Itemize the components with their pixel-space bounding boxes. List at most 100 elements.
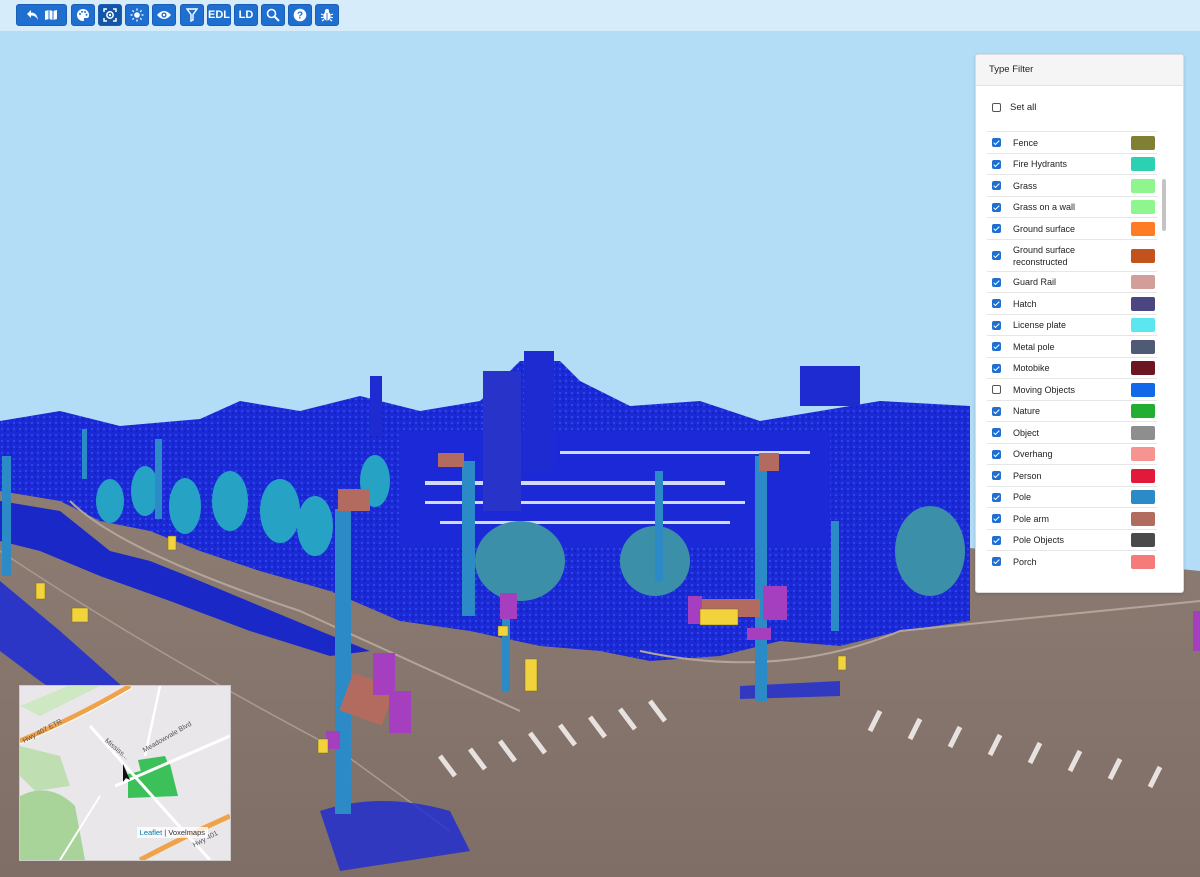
type-label: License plate <box>1013 320 1067 331</box>
sun-icon <box>130 8 144 22</box>
help-icon: ? <box>293 8 307 22</box>
map-icon <box>44 9 58 21</box>
type-color-swatch[interactable] <box>1131 135 1155 150</box>
type-checkbox[interactable] <box>992 363 1001 373</box>
type-filter-title: Type Filter <box>976 55 1183 86</box>
leaflet-link[interactable]: Leaflet <box>140 828 163 837</box>
type-filter-row[interactable]: Motobike <box>987 356 1157 380</box>
type-color-swatch[interactable] <box>1131 318 1155 333</box>
top-toolbar: EDL LD ? <box>0 0 1200 31</box>
type-filter-row[interactable]: Pole Objects <box>987 528 1157 552</box>
type-checkbox[interactable] <box>992 181 1001 191</box>
type-filter-row[interactable]: Fire Hydrants <box>987 152 1157 176</box>
type-checkbox[interactable] <box>992 492 1001 502</box>
type-checkbox[interactable] <box>992 251 1001 260</box>
type-checkbox[interactable] <box>992 514 1001 524</box>
type-label: Porch <box>1013 556 1037 567</box>
type-label: Fire Hydrants <box>1013 159 1068 170</box>
filter-button[interactable] <box>180 4 204 26</box>
type-checkbox[interactable] <box>992 471 1001 481</box>
palette-button[interactable] <box>71 4 95 26</box>
ld-button[interactable]: LD <box>234 4 258 26</box>
back-map-button[interactable] <box>16 4 67 26</box>
type-checkbox[interactable] <box>992 224 1001 234</box>
type-color-swatch[interactable] <box>1131 382 1155 397</box>
type-filter-row[interactable]: Guard Rail <box>987 270 1157 294</box>
type-label: Pole arm <box>1013 513 1050 524</box>
type-label: Fence <box>1013 137 1039 148</box>
type-label: Motobike <box>1013 363 1050 374</box>
type-checkbox[interactable] <box>992 202 1001 212</box>
type-label: Pole Objects <box>1013 535 1065 546</box>
set-all-control[interactable]: Set all <box>992 102 1036 113</box>
type-filter-row[interactable]: Overhang <box>987 442 1157 466</box>
edl-button[interactable]: EDL <box>207 4 231 26</box>
type-filter-row[interactable]: Object <box>987 421 1157 444</box>
type-filter-row[interactable]: Pole arm <box>987 507 1157 530</box>
type-filter-row[interactable]: Metal pole <box>987 335 1157 358</box>
type-color-swatch[interactable] <box>1131 511 1155 526</box>
type-color-swatch[interactable] <box>1131 248 1155 263</box>
type-label: Ground surface reconstructed <box>1013 244 1076 267</box>
focus-icon <box>103 8 117 22</box>
type-color-swatch[interactable] <box>1131 404 1155 419</box>
search-button[interactable] <box>261 4 285 26</box>
type-checkbox[interactable] <box>992 385 1001 395</box>
type-filter-row[interactable]: Ground surface reconstructed <box>987 238 1157 272</box>
type-color-swatch[interactable] <box>1131 554 1155 569</box>
type-label: Person <box>1013 470 1042 481</box>
type-checkbox[interactable] <box>992 449 1001 459</box>
type-filter-row[interactable]: Person <box>987 464 1157 487</box>
type-checkbox[interactable] <box>992 428 1001 438</box>
type-filter-row[interactable]: Nature <box>987 399 1157 423</box>
type-label: Grass <box>1013 180 1038 191</box>
help-button[interactable]: ? <box>288 4 312 26</box>
type-checkbox[interactable] <box>992 320 1001 330</box>
type-filter-row[interactable]: License plate <box>987 313 1157 337</box>
type-filter-row[interactable]: Grass on a wall <box>987 195 1157 219</box>
type-filter-row[interactable]: Ground surface <box>987 217 1157 240</box>
type-checkbox[interactable] <box>992 159 1001 169</box>
type-color-swatch[interactable] <box>1131 296 1155 311</box>
type-checkbox[interactable] <box>992 557 1001 567</box>
type-checkbox[interactable] <box>992 342 1001 352</box>
type-filter-scrollbar[interactable] <box>1162 179 1166 231</box>
brightness-button[interactable] <box>125 4 149 26</box>
visibility-button[interactable] <box>152 4 176 26</box>
type-checkbox[interactable] <box>992 535 1001 545</box>
type-filter-row[interactable]: Hatch <box>987 292 1157 315</box>
type-checkbox[interactable] <box>992 277 1001 287</box>
type-filter-row[interactable]: Porch <box>987 550 1157 573</box>
minimap[interactable]: Hwy 407 ETR Meadowvale Blvd Mississ... H… <box>19 685 231 861</box>
type-label: Hatch <box>1013 298 1037 309</box>
type-color-swatch[interactable] <box>1131 178 1155 193</box>
type-filter-row[interactable]: Moving Objects <box>987 378 1157 401</box>
back-arrow-icon <box>26 9 40 21</box>
type-color-swatch[interactable] <box>1131 221 1155 236</box>
type-checkbox[interactable] <box>992 299 1001 309</box>
focus-button[interactable] <box>98 4 122 26</box>
type-label: Grass on a wall <box>1013 202 1076 213</box>
type-color-swatch[interactable] <box>1131 275 1155 290</box>
type-label: Moving Objects <box>1013 384 1076 395</box>
type-color-swatch[interactable] <box>1131 200 1155 215</box>
type-filter-row[interactable]: Grass <box>987 174 1157 197</box>
type-filter-row[interactable]: Pole <box>987 485 1157 509</box>
type-color-swatch[interactable] <box>1131 468 1155 483</box>
type-color-swatch[interactable] <box>1131 490 1155 505</box>
type-color-swatch[interactable] <box>1131 533 1155 548</box>
type-filter-row[interactable]: Fence <box>987 131 1157 154</box>
type-label: Overhang <box>1013 449 1053 460</box>
type-color-swatch[interactable] <box>1131 339 1155 354</box>
type-color-swatch[interactable] <box>1131 425 1155 440</box>
eye-icon <box>156 9 172 21</box>
bug-button[interactable] <box>315 4 339 26</box>
palette-icon <box>76 8 90 22</box>
type-color-swatch[interactable] <box>1131 157 1155 172</box>
type-checkbox[interactable] <box>992 138 1001 148</box>
type-color-swatch[interactable] <box>1131 361 1155 376</box>
type-checkbox[interactable] <box>992 406 1001 416</box>
type-color-swatch[interactable] <box>1131 447 1155 462</box>
type-label: Nature <box>1013 406 1041 417</box>
set-all-checkbox[interactable] <box>992 103 1001 112</box>
